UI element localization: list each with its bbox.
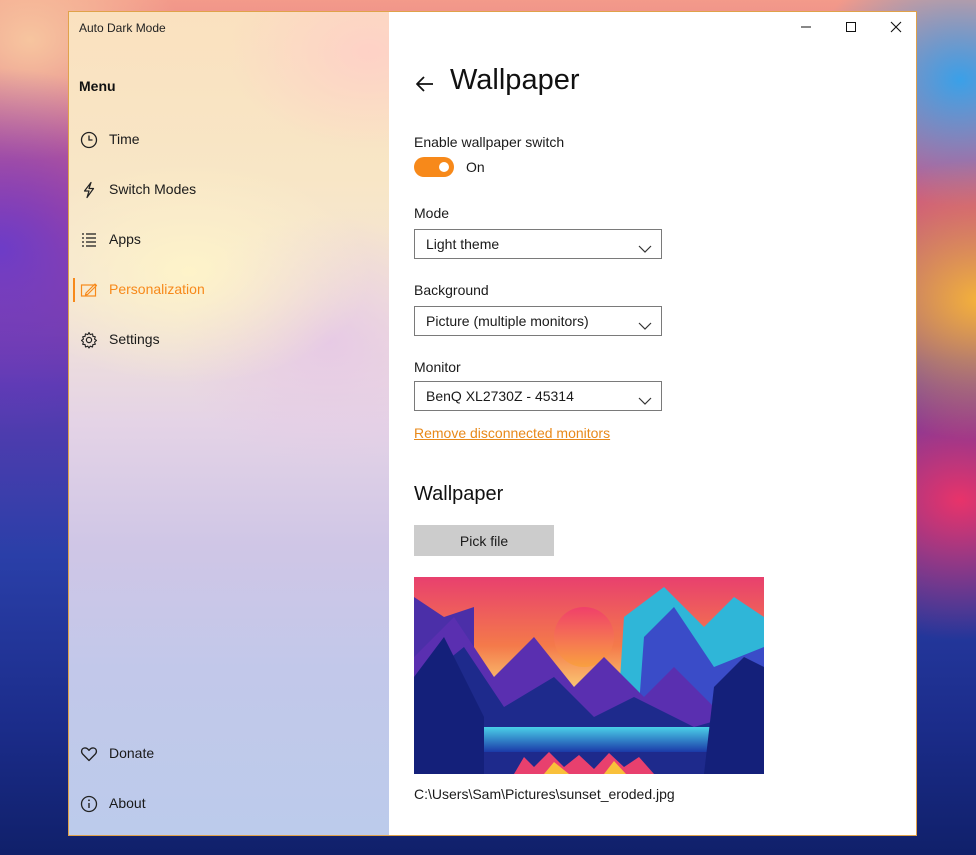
toggle-knob	[439, 162, 449, 172]
background-value: Picture (multiple monitors)	[426, 313, 589, 329]
wallpaper-section-title: Wallpaper	[414, 483, 504, 505]
sidebar-item-label: Apps	[109, 231, 141, 247]
info-icon	[79, 794, 99, 814]
sidebar: Auto Dark Mode Menu Time Switch Modes Ap…	[69, 12, 389, 835]
pick-file-button[interactable]: Pick file	[414, 525, 554, 556]
background-dropdown[interactable]: Picture (multiple monitors)	[414, 306, 662, 336]
sidebar-item-time[interactable]: Time	[69, 120, 389, 160]
sidebar-item-donate[interactable]: Donate	[69, 734, 389, 774]
chevron-down-icon	[638, 239, 652, 253]
monitor-label: Monitor	[414, 359, 461, 375]
sidebar-item-label: Time	[109, 131, 140, 147]
file-path-text: C:\Users\Sam\Pictures\sunset_eroded.jpg	[414, 786, 675, 802]
page-title: Wallpaper	[450, 64, 580, 96]
app-window: Auto Dark Mode Menu Time Switch Modes Ap…	[68, 11, 917, 836]
monitor-value: BenQ XL2730Z - 45314	[426, 388, 574, 404]
wallpaper-switch-toggle[interactable]	[414, 157, 454, 177]
gear-icon	[79, 330, 99, 350]
personalization-icon	[79, 280, 99, 300]
sidebar-item-switch-modes[interactable]: Switch Modes	[69, 170, 389, 210]
sidebar-item-label: Settings	[109, 331, 160, 347]
sidebar-item-settings[interactable]: Settings	[69, 320, 389, 360]
minimize-icon	[800, 18, 812, 37]
close-button[interactable]	[873, 12, 916, 43]
lightning-icon	[79, 180, 99, 200]
sidebar-item-label: Donate	[109, 745, 155, 761]
chevron-down-icon	[638, 316, 652, 330]
sidebar-item-apps[interactable]: Apps	[69, 220, 389, 260]
close-icon	[890, 18, 902, 37]
mode-dropdown[interactable]: Light theme	[414, 229, 662, 259]
monitor-dropdown[interactable]: BenQ XL2730Z - 45314	[414, 381, 662, 411]
window-title: Auto Dark Mode	[79, 21, 166, 35]
chevron-down-icon	[638, 391, 652, 405]
back-arrow-icon	[413, 76, 437, 100]
mode-value: Light theme	[426, 236, 500, 252]
sidebar-item-about[interactable]: About	[69, 784, 389, 824]
mode-label: Mode	[414, 205, 450, 221]
content-pane: Wallpaper Enable wallpaper switch On Mod…	[389, 12, 916, 835]
remove-disconnected-monitors-link[interactable]: Remove disconnected monitors	[414, 425, 610, 441]
minimize-button[interactable]	[783, 12, 828, 43]
maximize-button[interactable]	[828, 12, 873, 43]
wallpaper-preview-image	[414, 577, 764, 774]
toggle-state-label: On	[466, 159, 485, 175]
enable-wallpaper-label: Enable wallpaper switch	[414, 134, 565, 150]
list-icon	[79, 230, 99, 250]
sidebar-item-personalization[interactable]: Personalization	[69, 270, 389, 310]
maximize-icon	[845, 18, 857, 37]
menu-heading: Menu	[79, 78, 116, 94]
sidebar-item-label: Switch Modes	[109, 181, 197, 197]
sidebar-item-label: About	[109, 795, 146, 811]
background-label: Background	[414, 282, 489, 298]
sidebar-item-label: Personalization	[109, 281, 205, 297]
back-button[interactable]	[413, 72, 437, 96]
selection-indicator	[73, 278, 75, 302]
heart-icon	[79, 744, 99, 764]
clock-icon	[79, 130, 99, 150]
